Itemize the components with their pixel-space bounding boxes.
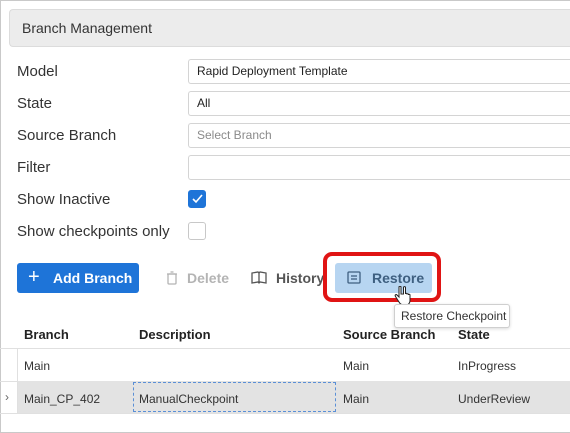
- filter-input[interactable]: [188, 155, 570, 180]
- delete-label: Delete: [187, 270, 230, 286]
- cell-source-branch[interactable]: Main: [343, 392, 369, 406]
- header-divider: [0, 348, 570, 349]
- delete-button[interactable]: Delete: [162, 263, 234, 293]
- column-header-source-branch[interactable]: Source Branch: [343, 327, 435, 342]
- restore-checkpoint-tooltip: Restore Checkpoint: [394, 304, 510, 328]
- book-icon: [251, 271, 267, 284]
- trash-icon: [167, 271, 177, 285]
- row-divider: [0, 413, 570, 414]
- add-branch-label: Add Branch: [53, 270, 133, 286]
- source-branch-label: Source Branch: [17, 127, 117, 144]
- cell-description[interactable]: ManualCheckpoint: [139, 392, 238, 406]
- cell-state[interactable]: InProgress: [458, 359, 516, 373]
- cell-branch[interactable]: Main_CP_402: [24, 392, 100, 406]
- show-inactive-checkbox[interactable]: [188, 190, 206, 208]
- state-field[interactable]: All: [188, 91, 570, 116]
- history-label: History: [276, 270, 325, 286]
- panel-title: Branch Management: [22, 20, 152, 36]
- show-inactive-label: Show Inactive: [17, 191, 111, 208]
- column-header-state[interactable]: State: [458, 327, 490, 342]
- row-expand-chevron-icon[interactable]: ›: [5, 390, 9, 404]
- state-label: State: [17, 95, 53, 112]
- filter-label: Filter: [17, 159, 51, 176]
- cell-source-branch[interactable]: Main: [343, 359, 369, 373]
- plus-icon: +: [28, 266, 40, 288]
- model-field[interactable]: Rapid Deployment Template: [188, 59, 570, 84]
- show-checkpoints-label: Show checkpoints only: [17, 223, 170, 240]
- column-header-description[interactable]: Description: [139, 327, 211, 342]
- cell-branch[interactable]: Main: [24, 359, 50, 373]
- column-header-branch[interactable]: Branch: [24, 327, 69, 342]
- checkmark-icon: [192, 194, 203, 204]
- restore-highlight-box: [323, 252, 441, 302]
- show-checkpoints-checkbox[interactable]: [188, 222, 206, 240]
- add-branch-button[interactable]: + Add Branch: [17, 263, 139, 293]
- source-branch-select[interactable]: Select Branch: [188, 123, 570, 148]
- history-button[interactable]: History: [248, 263, 328, 293]
- cell-state[interactable]: UnderReview: [458, 392, 530, 406]
- model-label: Model: [17, 63, 58, 80]
- panel-header: Branch Management: [9, 9, 570, 47]
